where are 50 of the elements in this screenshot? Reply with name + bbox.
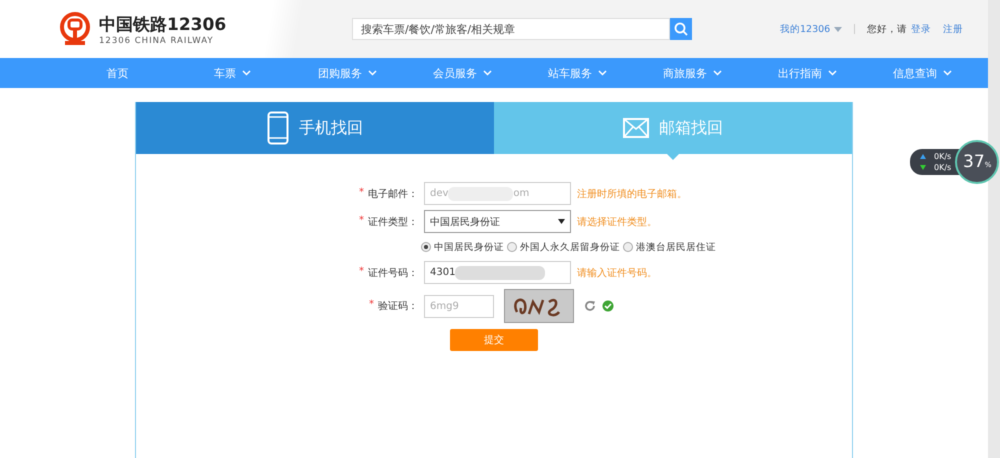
my-12306-link[interactable]: 我的12306	[780, 22, 830, 36]
nav-item[interactable]: 商旅服务	[635, 58, 750, 88]
field-label: 证件号码：	[368, 266, 418, 280]
nav-item[interactable]: 站车服务	[520, 58, 635, 88]
nav-item[interactable]: 车票	[175, 58, 290, 88]
tab[interactable]: 邮箱找回	[494, 102, 852, 154]
hint-text: 请选择证件类型。	[577, 216, 657, 228]
email-field[interactable]: dev om	[424, 182, 571, 205]
upload-arrow-icon	[920, 154, 926, 159]
field-label: 验证码：	[378, 300, 418, 313]
caret-icon	[834, 26, 842, 32]
logo-subtitle: 12306 CHINA RAILWAY	[99, 36, 215, 46]
register-link[interactable]: 注册	[943, 22, 964, 36]
tab[interactable]: 手机找回	[136, 102, 494, 154]
search-icon	[674, 22, 688, 36]
radio-option[interactable]: 中国居民身份证	[421, 240, 504, 254]
id-type-dropdown[interactable]: 中国居民身份证	[424, 210, 571, 233]
download-arrow-icon	[920, 165, 926, 170]
captcha-field[interactable]: 6mg9	[424, 294, 494, 318]
required-mark: *	[359, 186, 364, 200]
nav-item[interactable]: 信息查询	[865, 58, 980, 88]
search-button[interactable]	[670, 18, 692, 40]
required-mark: *	[359, 266, 364, 278]
nav-item[interactable]: 团购服务	[290, 58, 405, 88]
upload-speed: 0K/s	[934, 152, 952, 161]
railway-logo-icon	[57, 11, 93, 47]
usage-percent: 37	[963, 152, 985, 172]
field-label: 电子邮件：	[368, 188, 418, 200]
hint-text: 注册时所填的电子邮箱。	[577, 188, 687, 200]
login-link[interactable]: 登录	[911, 22, 932, 36]
submit-button[interactable]: 提交	[450, 328, 538, 350]
id-number-field[interactable]: 4301	[424, 261, 571, 284]
caret-icon	[558, 219, 565, 224]
radio-option[interactable]: 港澳台居民居住证	[623, 240, 716, 254]
greeting-text: 您好，请	[867, 22, 908, 36]
hint-text: 请输入证件号码。	[577, 266, 657, 280]
refresh-icon[interactable]	[584, 300, 596, 312]
download-speed: 0K/s	[934, 163, 952, 172]
phone-icon	[267, 111, 289, 145]
nav-item[interactable]: 首页	[60, 58, 175, 88]
required-mark: *	[369, 299, 374, 312]
pointer-icon	[667, 154, 679, 160]
nav-item[interactable]: 会员服务	[405, 58, 520, 88]
logo-title: 中国铁路12306	[99, 14, 226, 36]
required-mark: *	[359, 214, 364, 228]
radio-option[interactable]: 外国人永久居留身份证	[507, 240, 620, 254]
envelope-icon	[623, 118, 649, 138]
field-label: 证件类型：	[368, 216, 418, 228]
nav-item[interactable]: 出行指南	[750, 58, 865, 88]
search-field[interactable]: 搜索车票/餐饮/常旅客/相关规章	[352, 18, 670, 40]
